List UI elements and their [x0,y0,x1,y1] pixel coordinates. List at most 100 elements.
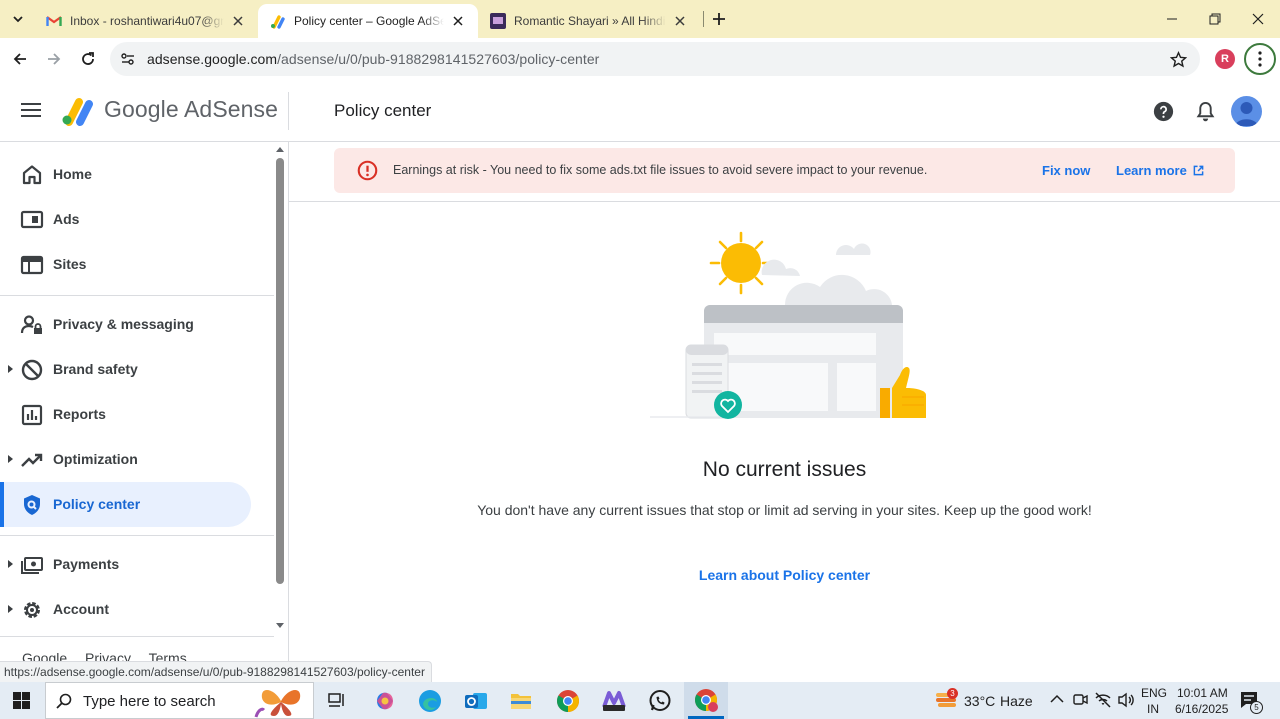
sidebar-item-label: Optimization [53,451,138,467]
language-indicator[interactable]: ENG [1141,686,1167,700]
edge-app[interactable] [415,686,445,716]
sites-icon [20,255,44,275]
sidebar-nav: Home Ads Sites Privacy & messaging Brand… [0,142,289,682]
sidebar-item-reports[interactable]: Reports [0,392,251,437]
expand-caret-icon[interactable] [8,365,13,373]
sidebar-divider [0,535,274,536]
chrome-active-app[interactable] [684,682,728,719]
region-indicator[interactable]: IN [1147,702,1159,716]
weather-condition[interactable]: Haze [1000,693,1033,709]
edge-icon [419,690,441,712]
account-avatar[interactable] [1231,96,1262,127]
tab-divider [703,11,704,27]
url-host: adsense.google.com [147,51,278,67]
expand-caret-icon[interactable] [8,560,13,568]
tab-policy-center[interactable]: Policy center – Google AdSense [258,4,478,38]
sidebar-item-label: Privacy & messaging [53,316,194,332]
network-offline-icon[interactable] [1094,692,1112,708]
volume-icon[interactable] [1117,692,1135,708]
no-issues-illustration [650,231,926,419]
folder-icon [511,694,531,709]
tab-gmail[interactable]: Inbox - roshantiwari4u07@gmail.com [34,4,258,38]
restore-button[interactable] [1193,0,1237,38]
sidebar-scrollbar-thumb[interactable] [276,158,284,584]
hamburger-menu-icon[interactable] [21,102,41,118]
expand-caret-icon[interactable] [8,605,13,613]
windows-start-icon[interactable] [13,692,30,709]
scroll-down-arrow-icon[interactable] [275,622,285,630]
tab-search-button[interactable] [6,7,30,31]
arrow-back-icon [13,53,26,65]
whatsapp-app[interactable] [645,686,675,716]
address-bar[interactable]: adsense.google.com/adsense/u/0/pub-91882… [110,42,1200,76]
close-window-button[interactable] [1236,0,1280,38]
fix-now-link[interactable]: Fix now [1042,163,1090,178]
weather-badge: 3 [947,688,958,699]
sidebar-item-payments[interactable]: Payments [0,542,251,587]
close-tab-icon[interactable] [672,13,688,29]
task-view-button[interactable] [322,686,352,716]
payments-icon [21,557,43,574]
chevron-up-icon[interactable] [1050,694,1064,704]
m365-app[interactable] [599,686,629,716]
close-tab-icon[interactable] [450,13,466,29]
learn-about-policy-center-link[interactable]: Learn about Policy center [289,567,1280,583]
link-status-bubble: https://adsense.google.com/adsense/u/0/p… [0,661,432,682]
sidebar-item-ads[interactable]: Ads [0,197,251,242]
sidebar-item-sites[interactable]: Sites [0,242,251,287]
new-tab-button[interactable] [707,7,731,31]
sidebar-item-home[interactable]: Home [0,152,251,197]
clock-date[interactable]: 6/16/2025 [1175,702,1228,716]
windows-taskbar: Type here to search 3 33°C Haze ENG IN 1… [0,682,1280,719]
taskbar-search-box[interactable]: Type here to search [45,682,314,719]
notifications-bell-icon[interactable] [1196,101,1215,122]
clock-time[interactable]: 10:01 AM [1177,686,1228,700]
reload-button[interactable] [72,43,104,75]
forward-button[interactable] [38,43,70,75]
browser-tab-strip: Inbox - roshantiwari4u07@gmail.com Polic… [0,0,1280,38]
arrow-forward-icon [48,53,61,65]
back-button[interactable] [4,43,36,75]
browser-menu-button[interactable] [1244,43,1276,75]
sidebar-item-account[interactable]: Account [0,587,251,632]
outlook-app[interactable] [461,686,491,716]
meet-now-icon[interactable] [1072,692,1088,708]
adsense-logo[interactable] [61,95,95,127]
site-settings-icon[interactable] [120,51,136,67]
taskbar-search-placeholder: Type here to search [83,693,216,710]
block-icon [21,359,43,381]
learn-more-link[interactable]: Learn more [1116,163,1204,178]
tab-shayari[interactable]: Romantic Shayari » All Hindi Shayari [478,4,700,38]
url-path: /adsense/u/0/pub-9188298141527603/policy… [277,51,600,67]
profile-avatar[interactable]: R [1215,49,1235,69]
chrome-app[interactable] [553,686,583,716]
brand-name: Google AdSense [104,96,279,122]
expand-caret-icon[interactable] [8,455,13,463]
copilot-app[interactable] [370,686,400,716]
gmail-icon [46,16,62,26]
restore-icon [1209,13,1221,25]
chrome-icon [557,690,579,712]
sidebar-item-optimization[interactable]: Optimization [0,437,251,482]
scroll-up-arrow-icon[interactable] [275,145,285,153]
minimize-button[interactable] [1150,0,1194,38]
site-icon [490,13,506,29]
sidebar-item-privacy-messaging[interactable]: Privacy & messaging [0,302,251,347]
close-tab-icon[interactable] [230,13,246,29]
weather-temperature[interactable]: 33°C [964,693,995,709]
chrome-profile-icon [695,689,718,712]
file-explorer-app[interactable] [506,686,536,716]
earnings-at-risk-banner: Earnings at risk - You need to fix some … [334,148,1235,193]
help-icon[interactable] [1153,101,1174,122]
learn-more-label: Learn more [1116,163,1187,178]
trending-up-icon [21,453,43,467]
more-vert-icon [1258,51,1262,67]
outlook-icon [465,693,487,709]
page-title: Policy center [334,101,432,120]
bookmark-star-icon[interactable] [1170,51,1187,68]
chevron-down-icon [13,16,23,23]
notification-count: 5 [1254,703,1259,712]
sidebar-item-policy-center[interactable]: Policy center [0,482,251,527]
tab-title: Policy center – Google AdSense [294,14,444,28]
sidebar-item-brand-safety[interactable]: Brand safety [0,347,251,392]
